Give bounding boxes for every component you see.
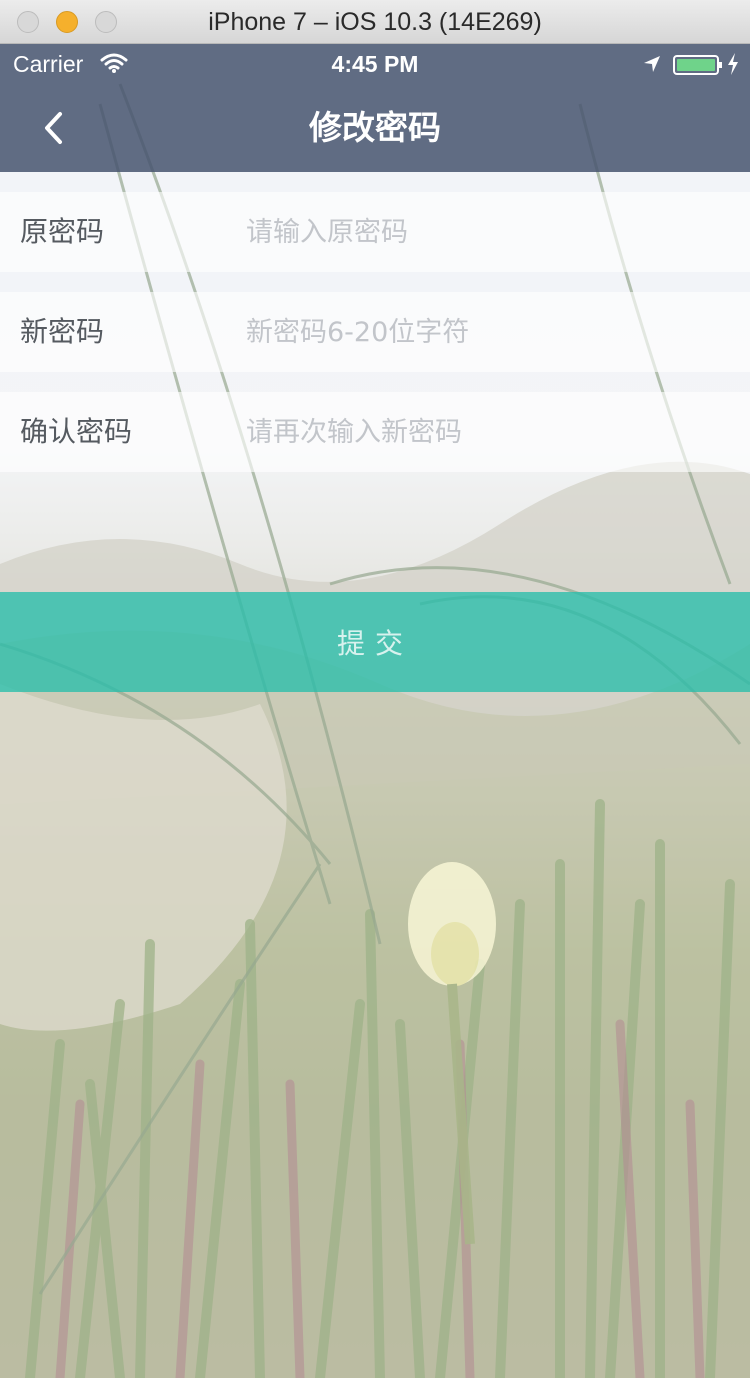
- status-bar: Carrier 4:45 PM: [0, 44, 750, 84]
- password-form: 原密码 新密码 确认密码: [0, 192, 750, 492]
- confirm-password-row: 确认密码: [0, 392, 750, 472]
- new-password-row: 新密码: [0, 292, 750, 372]
- phone-screen: Carrier 4:45 PM 修改密码 原密码 新密码 确认密码 提交: [0, 44, 750, 1378]
- page-title: 修改密码: [309, 108, 441, 147]
- simulator-titlebar: iPhone 7 – iOS 10.3 (14E269): [0, 0, 750, 44]
- simulator-title: iPhone 7 – iOS 10.3 (14E269): [208, 8, 542, 36]
- old-password-label: 原密码: [20, 215, 105, 248]
- navigation-bar: 修改密码: [0, 84, 750, 172]
- status-time: 4:45 PM: [331, 51, 419, 77]
- battery-icon: [673, 55, 722, 75]
- new-password-input[interactable]: [246, 302, 726, 362]
- charging-bolt-icon: [728, 53, 738, 75]
- old-password-input[interactable]: [246, 202, 726, 262]
- simulator-window: iPhone 7 – iOS 10.3 (14E269) Carrier 4:4…: [0, 0, 750, 1378]
- location-arrow-icon: [644, 56, 660, 72]
- submit-button[interactable]: 提交: [0, 592, 750, 692]
- top-bar: Carrier 4:45 PM 修改密码: [0, 44, 750, 172]
- confirm-password-input[interactable]: [246, 402, 726, 462]
- confirm-password-label: 确认密码: [20, 415, 133, 448]
- back-button[interactable]: [30, 104, 78, 152]
- new-password-label: 新密码: [20, 315, 105, 348]
- chevron-left-icon: [45, 112, 62, 144]
- old-password-row: 原密码: [0, 192, 750, 272]
